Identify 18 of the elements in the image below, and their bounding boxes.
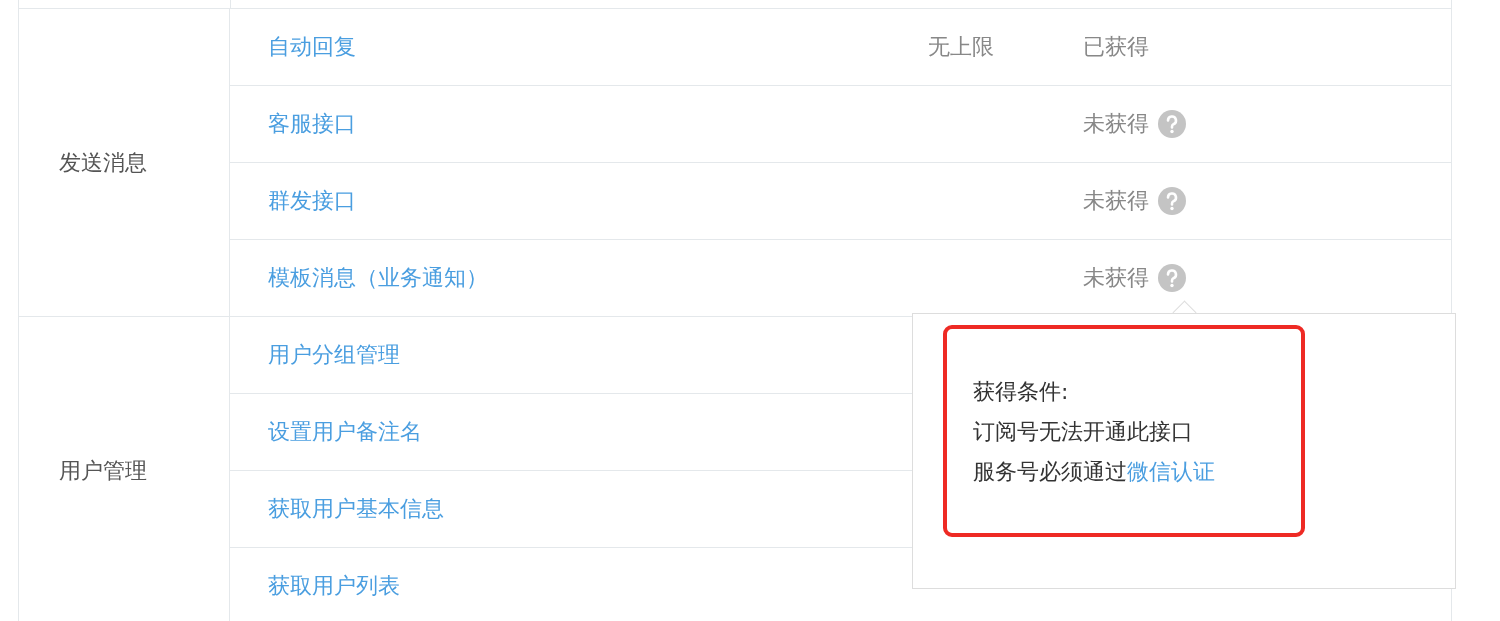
status-text: 未获得 [1083,187,1149,215]
certification-link[interactable]: 微信认证 [1127,459,1215,484]
feature-link[interactable]: 模板消息（业务通知） [268,263,928,293]
help-icon[interactable] [1157,186,1187,216]
popover-title: 获得条件: [973,378,1070,406]
status-text: 已获得 [1083,33,1149,61]
status-text: 未获得 [1083,110,1149,138]
feature-link[interactable]: 自动回复 [268,32,928,62]
help-icon[interactable] [1157,109,1187,139]
popover-text: 订阅号无法开通此接口 [973,418,1194,446]
feature-link[interactable]: 群发接口 [268,186,928,216]
status-text: 未获得 [1083,264,1149,292]
help-icon[interactable] [1157,263,1187,293]
group-label: 用户管理 [59,456,147,485]
feature-link[interactable]: 客服接口 [268,109,928,139]
popover-text: 服务号必须通过微信认证 [973,458,1216,486]
group-label: 发送消息 [59,148,147,177]
quota-text: 无上限 [928,34,994,59]
